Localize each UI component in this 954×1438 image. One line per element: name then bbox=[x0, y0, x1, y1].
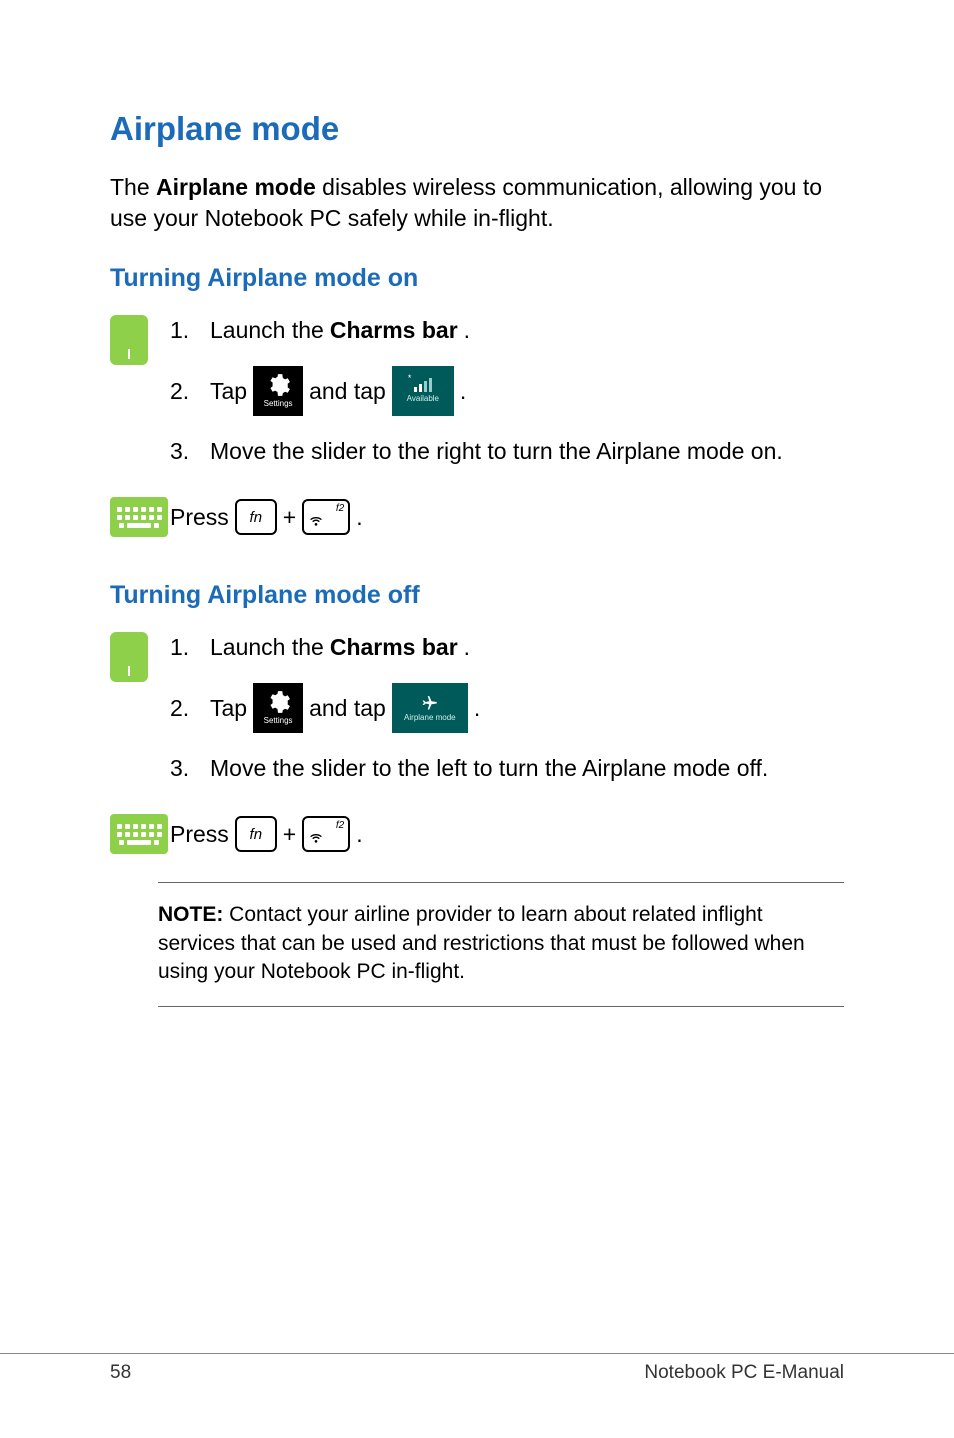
keyboard-shortcut-off: Press fn + f2 . bbox=[110, 814, 844, 854]
keyboard-icon bbox=[110, 497, 168, 537]
icon-col bbox=[110, 632, 170, 682]
f2-key-icon: f2 bbox=[302, 499, 350, 535]
step-2: 2. Tap Settings and tap Airplane mode . bbox=[170, 683, 844, 733]
step-number: 1. bbox=[170, 632, 210, 663]
page-title: Airplane mode bbox=[110, 110, 844, 148]
airplane-icon bbox=[421, 693, 439, 711]
press-label: Press bbox=[170, 821, 229, 848]
step-3: 3. Move the slider to the left to turn t… bbox=[170, 753, 844, 784]
step-number: 2. bbox=[170, 693, 210, 724]
step2-a: Tap bbox=[210, 376, 247, 407]
f2-key-icon: f2 bbox=[302, 816, 350, 852]
note-body: Contact your airline provider to learn a… bbox=[158, 903, 805, 983]
gear-icon bbox=[265, 689, 291, 715]
note-block: NOTE: Contact your airline provider to l… bbox=[158, 882, 844, 1007]
step-3: 3. Move the slider to the right to turn … bbox=[170, 436, 844, 467]
step2-c: . bbox=[460, 376, 466, 407]
step2-c: . bbox=[474, 693, 480, 724]
settings-tile-icon: Settings bbox=[253, 366, 303, 416]
gear-icon bbox=[265, 372, 291, 398]
f2-label: f2 bbox=[336, 503, 344, 514]
steps-body: 1. Launch the Charms bar. 2. Tap Setting… bbox=[170, 632, 844, 804]
step-number: 3. bbox=[170, 436, 210, 467]
step1-post: . bbox=[464, 315, 470, 346]
step2-b: and tap bbox=[309, 693, 386, 724]
fn-key-icon: fn bbox=[235, 499, 277, 535]
touchpad-icon bbox=[110, 315, 148, 365]
step1-post: . bbox=[464, 632, 470, 663]
page: Airplane mode The Airplane mode disables… bbox=[0, 0, 954, 1438]
icon-col bbox=[110, 814, 170, 854]
step3-text: Move the slider to the right to turn the… bbox=[210, 436, 844, 467]
page-footer: 58 Notebook PC E-Manual bbox=[0, 1353, 954, 1384]
touch-steps-on: 1. Launch the Charms bar. 2. Tap Setting… bbox=[110, 315, 844, 487]
step-1: 1. Launch the Charms bar. bbox=[170, 315, 844, 346]
network-available-tile-icon: * Available bbox=[392, 366, 454, 416]
step3-text: Move the slider to the left to turn the … bbox=[210, 753, 844, 784]
dot: . bbox=[356, 821, 362, 848]
step1-bold: Charms bar bbox=[330, 315, 458, 346]
plus-label: + bbox=[283, 821, 296, 848]
plus-label: + bbox=[283, 504, 296, 531]
f2-label: f2 bbox=[336, 820, 344, 831]
steps-body: 1. Launch the Charms bar. 2. Tap Setting… bbox=[170, 315, 844, 487]
available-label: Available bbox=[407, 394, 439, 405]
step-number: 1. bbox=[170, 315, 210, 346]
keyboard-shortcut-on: Press fn + f2 . bbox=[110, 497, 844, 537]
step-number: 3. bbox=[170, 753, 210, 784]
dot: . bbox=[356, 504, 362, 531]
footer-label: Notebook PC E-Manual bbox=[644, 1362, 844, 1384]
icon-col bbox=[110, 315, 170, 365]
step2-a: Tap bbox=[210, 693, 247, 724]
airplane-label: Airplane mode bbox=[404, 713, 456, 724]
settings-tile-icon: Settings bbox=[253, 683, 303, 733]
touch-steps-off: 1. Launch the Charms bar. 2. Tap Setting… bbox=[110, 632, 844, 804]
step2-b: and tap bbox=[309, 376, 386, 407]
press-label: Press bbox=[170, 504, 229, 531]
section-heading-off: Turning Airplane mode off bbox=[110, 581, 844, 610]
step1-pre: Launch the bbox=[210, 632, 324, 663]
icon-col bbox=[110, 497, 170, 537]
step1-bold: Charms bar bbox=[330, 632, 458, 663]
intro-paragraph: The Airplane mode disables wireless comm… bbox=[110, 172, 844, 234]
section-heading-on: Turning Airplane mode on bbox=[110, 264, 844, 293]
settings-label: Settings bbox=[264, 399, 293, 410]
step1-pre: Launch the bbox=[210, 315, 324, 346]
settings-label: Settings bbox=[264, 716, 293, 727]
step-1: 1. Launch the Charms bar. bbox=[170, 632, 844, 663]
touchpad-icon bbox=[110, 632, 148, 682]
wifi-icon bbox=[308, 830, 324, 846]
step-2: 2. Tap Settings and tap * Available bbox=[170, 366, 844, 416]
signal-bars-icon: * bbox=[414, 378, 432, 392]
keyboard-icon bbox=[110, 814, 168, 854]
step-number: 2. bbox=[170, 376, 210, 407]
page-number: 58 bbox=[110, 1362, 131, 1384]
intro-bold: Airplane mode bbox=[156, 174, 316, 200]
note-bold: NOTE: bbox=[158, 903, 223, 926]
fn-key-icon: fn bbox=[235, 816, 277, 852]
wifi-icon bbox=[308, 513, 324, 529]
intro-pre: The bbox=[110, 174, 156, 200]
airplane-mode-tile-icon: Airplane mode bbox=[392, 683, 468, 733]
